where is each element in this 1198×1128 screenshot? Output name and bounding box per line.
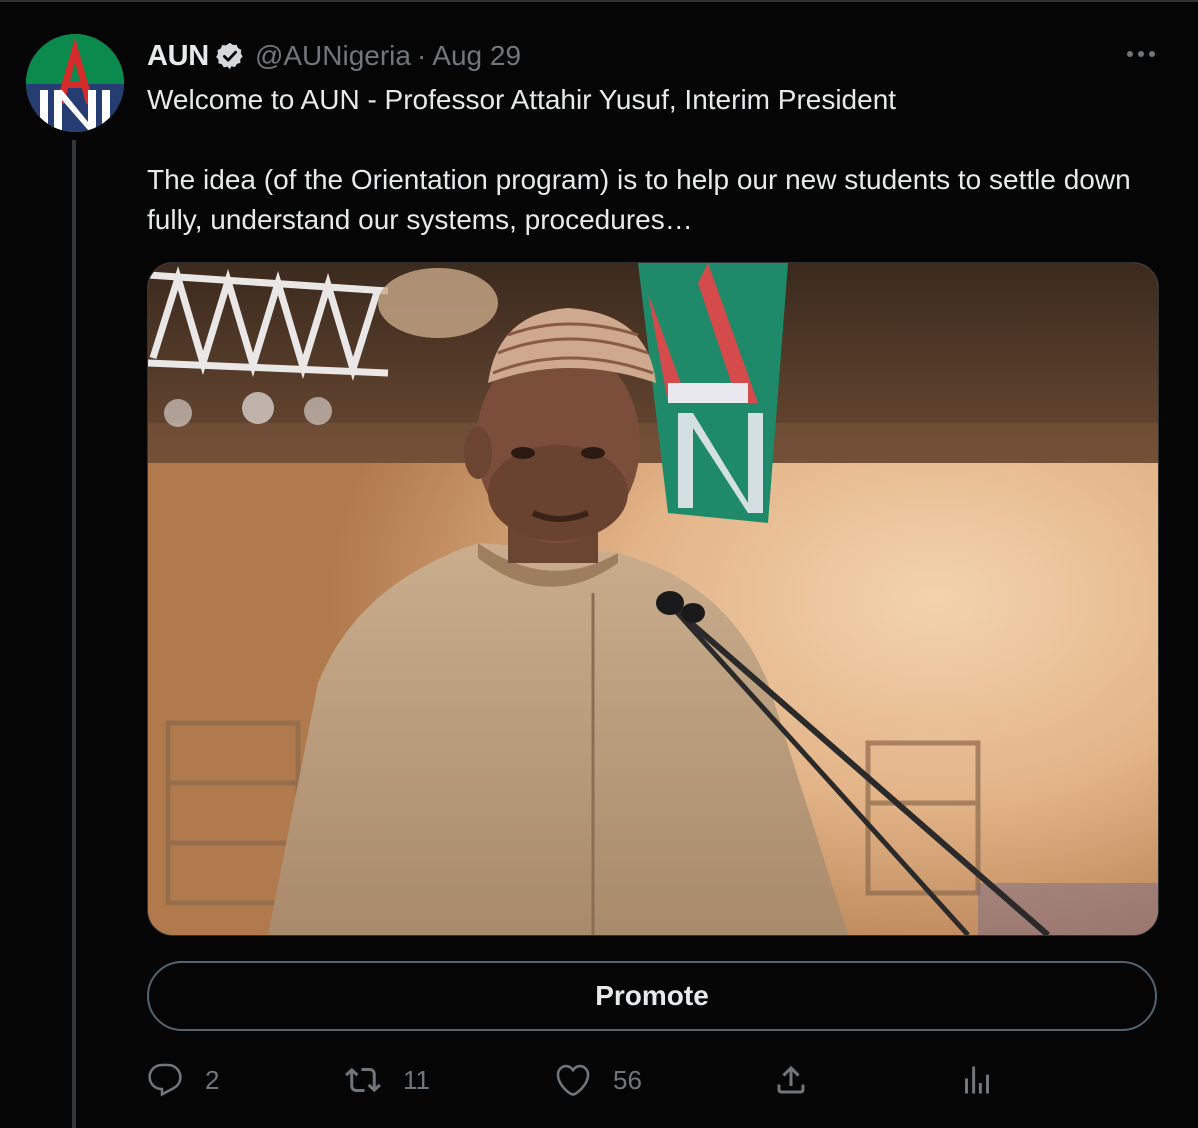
heart-icon	[556, 1064, 590, 1096]
aun-logo-icon	[26, 34, 124, 132]
like-button[interactable]: 56	[555, 1056, 642, 1104]
action-bar: 2 11 56	[147, 1056, 1157, 1104]
divider	[0, 0, 1198, 2]
like-count: 56	[613, 1064, 642, 1095]
separator: ·	[416, 40, 427, 71]
avatar[interactable]	[26, 34, 124, 132]
share-icon	[777, 1065, 805, 1094]
share-button[interactable]	[773, 1056, 809, 1104]
retweet-icon	[345, 1067, 381, 1093]
more-horizontal-icon[interactable]	[1112, 38, 1170, 70]
reply-count: 2	[205, 1064, 220, 1095]
tweet-text: Welcome to AUN - Professor Attahir Yusuf…	[147, 80, 1157, 240]
tweet-header: AUN @AUNigeria · Aug 29	[147, 36, 521, 76]
tweet-container: AUN @AUNigeria · Aug 29 Welcome to AUN -…	[0, 0, 1198, 1128]
tweet-date[interactable]: Aug 29	[432, 40, 521, 72]
tweet-text-line: The idea (of the Orientation program) is…	[147, 164, 1131, 235]
reply-button[interactable]: 2	[147, 1056, 219, 1104]
author-name[interactable]: AUN	[147, 40, 209, 73]
thread-line	[72, 140, 76, 1128]
retweet-button[interactable]: 11	[345, 1056, 430, 1104]
retweet-count: 11	[403, 1064, 430, 1095]
analytics-button[interactable]	[959, 1056, 995, 1104]
promote-button[interactable]: Promote	[147, 961, 1157, 1031]
speaker-photo-image	[148, 263, 1158, 935]
verified-badge-icon	[215, 41, 245, 71]
reply-icon	[148, 1063, 182, 1097]
analytics-icon	[965, 1066, 989, 1094]
author-handle[interactable]: @AUNigeria	[255, 40, 411, 72]
tweet-text-line: Welcome to AUN - Professor Attahir Yusuf…	[147, 84, 897, 115]
tweet-photo[interactable]	[147, 262, 1159, 936]
